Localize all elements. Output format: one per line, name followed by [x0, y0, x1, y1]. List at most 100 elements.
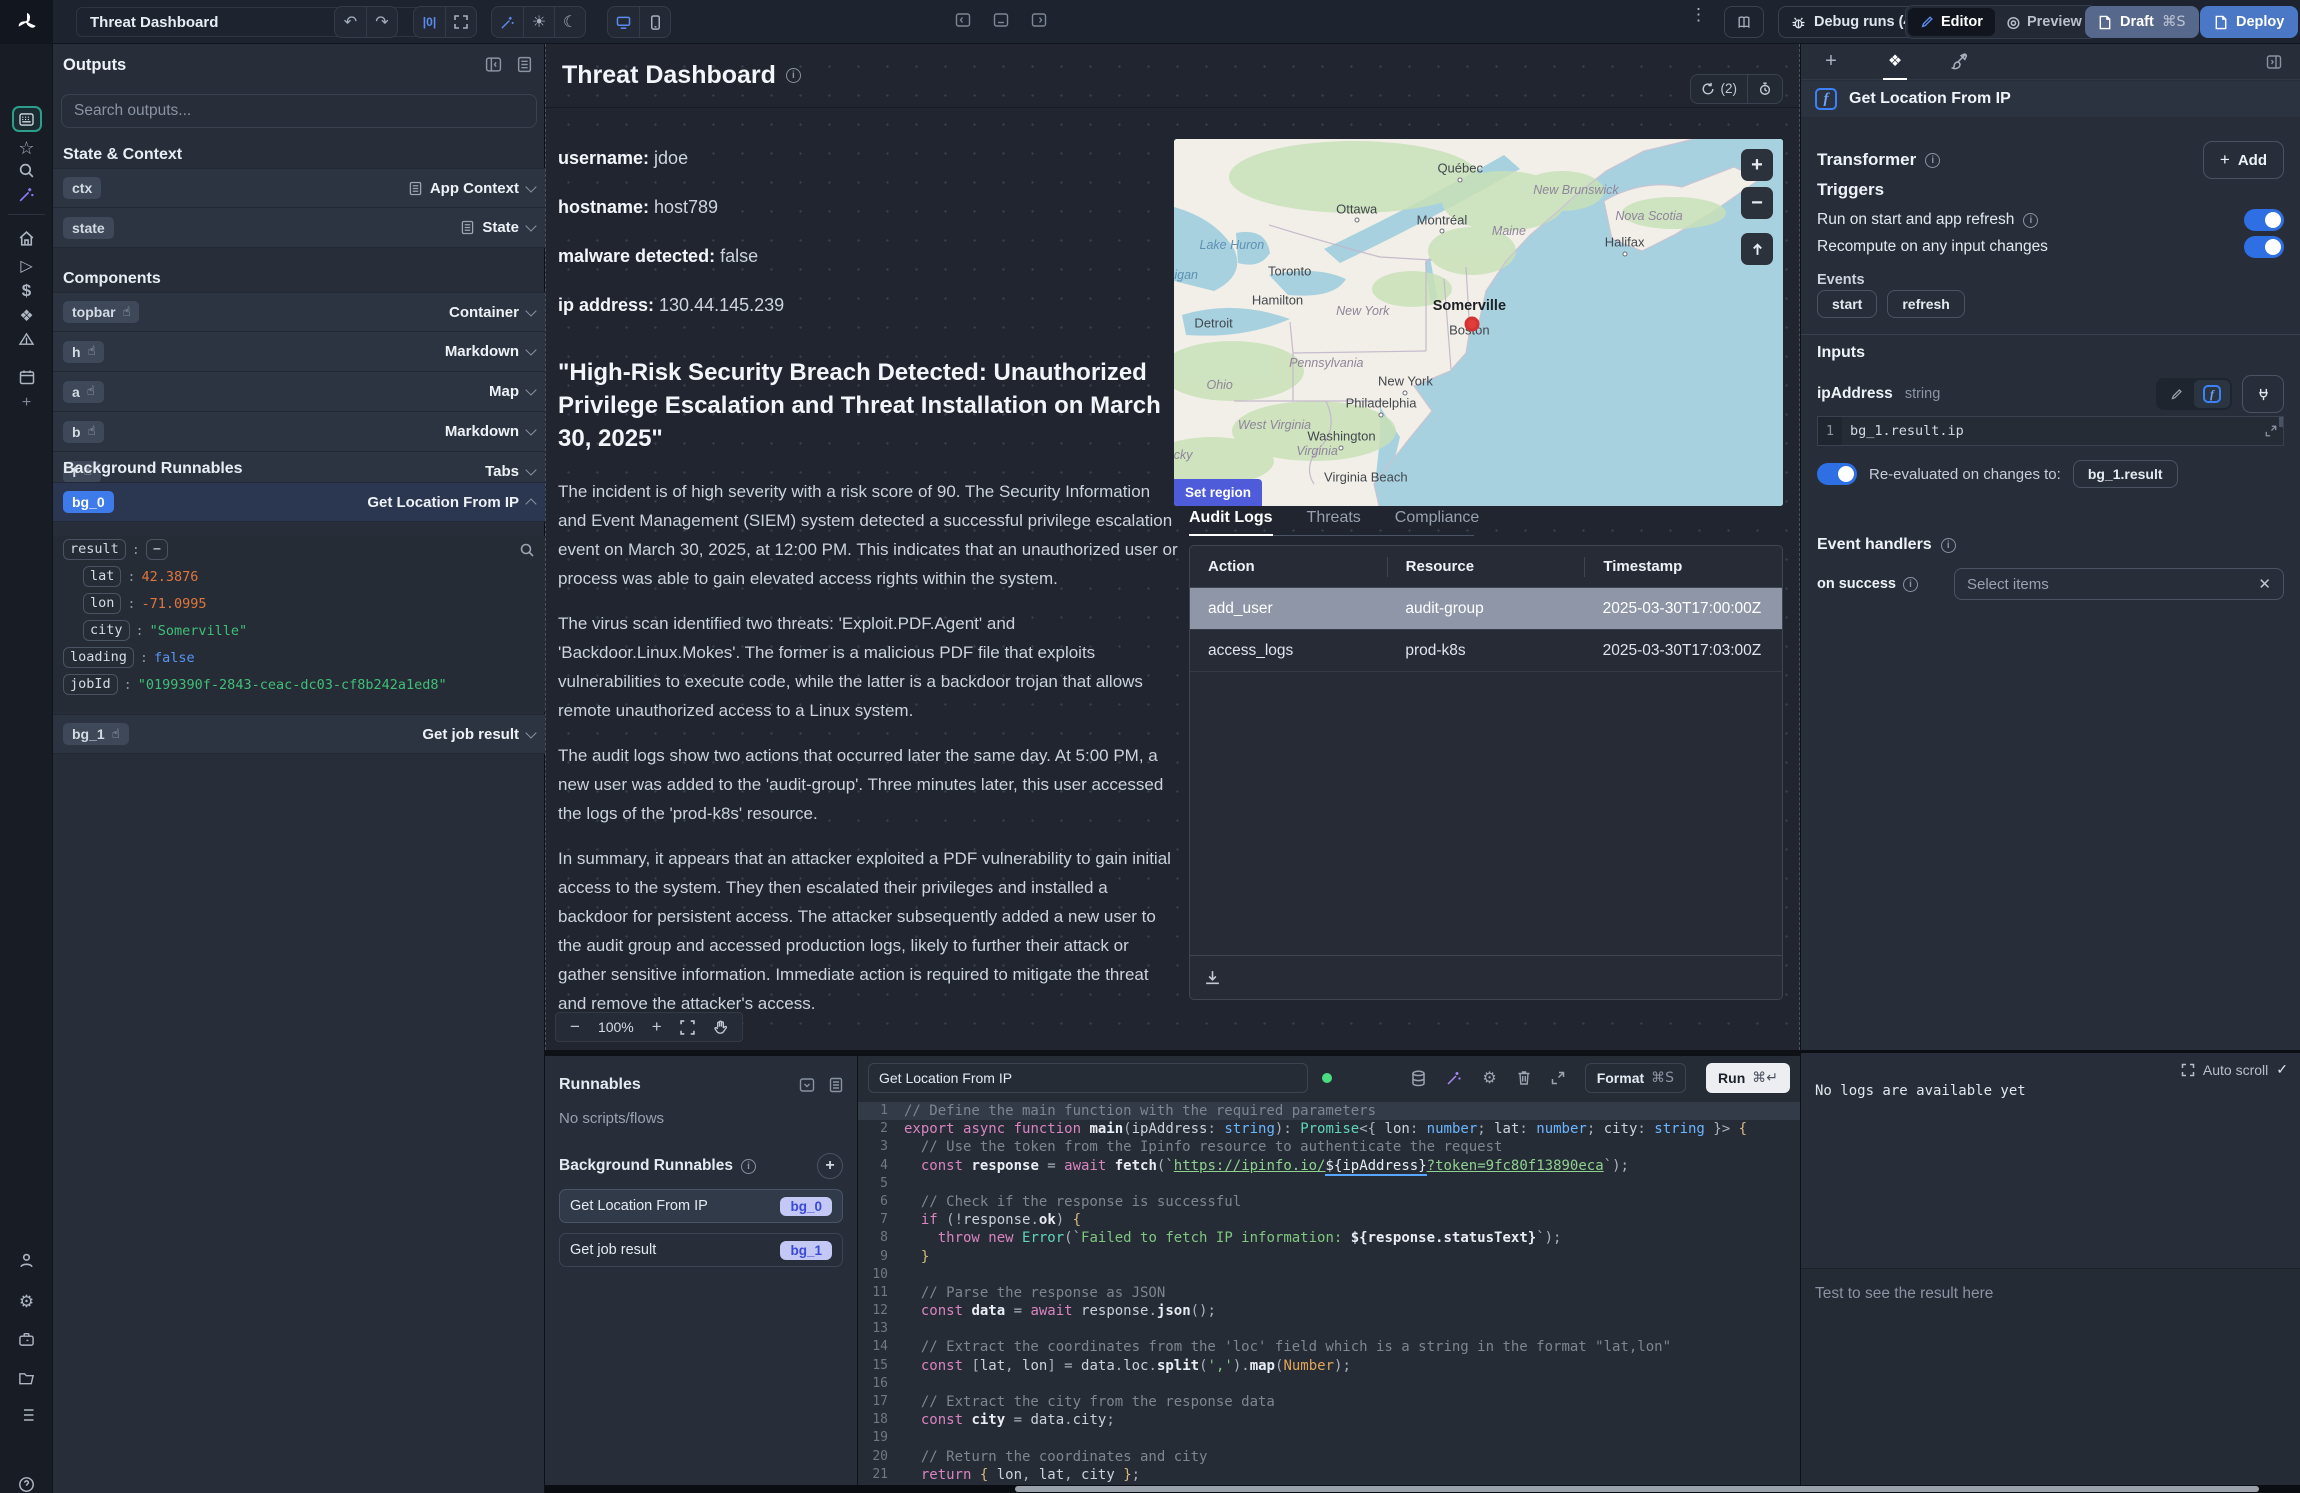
zoom-in-button[interactable]: + [652, 1017, 662, 1037]
table-row[interactable]: add_useraudit-group2025-03-30T17:00:00Z [1190, 588, 1782, 630]
tree-row-city[interactable]: city:"Somerville" [53, 617, 545, 644]
recompute-toggle[interactable] [2244, 236, 2284, 258]
rail-resources-icon[interactable]: ❖ [0, 306, 53, 326]
tree-row-loading[interactable]: loading:false [53, 644, 545, 671]
code-line[interactable]: 17 // Extract the city from the response… [858, 1393, 1800, 1411]
collapse-inspector-icon[interactable] [2266, 54, 2282, 70]
column-header[interactable]: Action [1190, 557, 1387, 577]
state-row-state[interactable]: stateState [53, 208, 545, 248]
rail-home-icon[interactable] [0, 230, 53, 247]
map-locate-button[interactable] [1741, 233, 1773, 265]
map-zoom-in-button[interactable]: + [1741, 149, 1773, 181]
run-button[interactable]: Run⌘↵ [1706, 1063, 1790, 1093]
code-line[interactable]: 4 const response = await fetch(`https://… [858, 1157, 1800, 1175]
windmill-logo[interactable] [0, 0, 53, 44]
rail-folders-icon[interactable] [0, 1371, 53, 1386]
bg0-row[interactable]: bg_0 Get Location From IP [53, 482, 545, 522]
code-line[interactable]: 10 [858, 1266, 1800, 1284]
app-canvas[interactable]: Threat Dashboardi (2) username: jdoehost… [545, 44, 1800, 1050]
tree-row-jobId[interactable]: jobId:"0199390f-2843-ceac-dc03-cf8b242a1… [53, 671, 545, 698]
code-line[interactable]: 16 [858, 1375, 1800, 1393]
reeval-toggle[interactable] [1817, 463, 1857, 485]
editor-settings-icon[interactable]: ⚙ [1482, 1068, 1496, 1088]
expand-logs-icon[interactable] [2181, 1063, 2195, 1077]
styling-tab[interactable] [1947, 44, 1971, 80]
code-line[interactable]: 11 // Parse the response as JSON [858, 1284, 1800, 1302]
tab-compliance[interactable]: Compliance [1395, 509, 1479, 527]
tree-row-lon[interactable]: lon:-71.0995 [53, 590, 545, 617]
rail-ai-icon[interactable] [0, 186, 53, 203]
light-mode-icon[interactable]: ☀ [523, 7, 554, 37]
code-area[interactable]: 1// Define the main function with the re… [858, 1102, 1800, 1485]
ipaddress-expression[interactable]: 1 bg_1.result.ip [1817, 416, 2284, 446]
ai-wand-icon[interactable] [492, 7, 523, 37]
cache-db-icon[interactable] [1411, 1070, 1426, 1087]
tab-threats[interactable]: Threats [1307, 509, 1361, 527]
tree-search-icon[interactable] [519, 542, 535, 558]
add-transformer-button[interactable]: +Add [2203, 141, 2284, 179]
dark-mode-icon[interactable]: ☾ [554, 7, 585, 37]
expand-expression-icon[interactable] [2265, 425, 2277, 437]
rail-runs-icon[interactable]: ▷ [0, 256, 53, 276]
code-line[interactable]: 21 return { lon, lat, city }; [858, 1466, 1800, 1484]
code-line[interactable]: 7 if (!response.ok) { [858, 1211, 1800, 1229]
expr-mode-icon[interactable]: f [2194, 380, 2230, 408]
scrollbar-thumb[interactable] [1015, 1486, 2259, 1492]
component-row-h[interactable]: h☝Markdown [53, 332, 545, 372]
component-settings-tab[interactable]: ❖ [1883, 44, 1907, 80]
reeval-target-badge[interactable]: bg_1.result [2073, 460, 2178, 488]
refresh-components-button[interactable]: (2) [1691, 75, 1748, 103]
collapse-node-button[interactable]: − [146, 539, 168, 560]
code-line[interactable]: 1// Define the main function with the re… [858, 1102, 1800, 1120]
on-success-select[interactable]: Select items ✕ [1954, 568, 2284, 600]
rail-app-editor-active[interactable] [0, 106, 53, 132]
tab-editor[interactable]: Editor [1908, 8, 1995, 36]
fit-view-icon[interactable] [680, 1020, 695, 1035]
runnable-item[interactable]: Get job resultbg_1 [559, 1233, 843, 1267]
code-line[interactable]: 6 // Check if the response is successful [858, 1193, 1800, 1211]
run-on-start-toggle[interactable] [2244, 209, 2284, 231]
insert-component-tab[interactable]: + [1819, 44, 1843, 80]
column-header[interactable]: Timestamp [1584, 557, 1782, 577]
code-line[interactable]: 2export async function main(ipAddress: s… [858, 1120, 1800, 1138]
rail-help-icon[interactable] [0, 1476, 53, 1493]
rail-settings-icon[interactable]: ⚙ [0, 1292, 53, 1312]
refresh-history-button[interactable] [1747, 75, 1782, 103]
deploy-button[interactable]: Deploy [2200, 6, 2298, 38]
download-icon[interactable] [1204, 969, 1221, 986]
map-zoom-out-button[interactable]: − [1741, 187, 1773, 219]
draft-button[interactable]: Draft⌘S [2085, 6, 2199, 38]
runnable-item[interactable]: Get Location From IPbg_0 [559, 1189, 843, 1223]
map-component[interactable]: + − Set region QuébecOttawaMontréalNew B… [1174, 139, 1783, 506]
rail-workers-icon[interactable] [0, 1332, 53, 1347]
runnables-doc-icon[interactable] [829, 1077, 843, 1093]
static-mode-pencil-icon[interactable] [2158, 380, 2194, 408]
desktop-view-icon[interactable] [608, 7, 639, 37]
tab-preview[interactable]: ◎ Preview [1995, 8, 2094, 36]
event-badge-refresh[interactable]: refresh [1887, 290, 1964, 318]
code-line[interactable]: 20 // Return the coordinates and city [858, 1448, 1800, 1466]
format-button[interactable]: Format⌘S [1585, 1063, 1686, 1093]
rail-favorites-icon[interactable]: ☆ [0, 138, 53, 159]
code-line[interactable]: 19 [858, 1429, 1800, 1447]
connect-plug-icon[interactable] [2242, 375, 2284, 413]
toggle-left-panel-icon[interactable] [955, 12, 971, 28]
code-line[interactable]: 12 const data = await response.json(); [858, 1302, 1800, 1320]
rail-add-icon[interactable]: + [0, 394, 53, 412]
state-row-ctx[interactable]: ctxApp Context [53, 168, 545, 208]
delete-icon[interactable] [1517, 1070, 1531, 1086]
bg1-row[interactable]: bg_1☝ Get job result [53, 714, 545, 754]
component-row-b[interactable]: b☝Markdown [53, 412, 545, 452]
tree-row-result[interactable]: result:− [53, 536, 545, 563]
code-line[interactable]: 3 // Use the token from the Ipinfo resou… [858, 1138, 1800, 1156]
center-align-icon[interactable]: |0| [414, 7, 445, 37]
zoom-out-button[interactable]: − [570, 1017, 580, 1037]
rail-audit-list-icon[interactable] [0, 1408, 53, 1422]
runnable-name-input[interactable]: Get Location From IP [868, 1063, 1308, 1093]
code-line[interactable]: 14 // Extract the coordinates from the '… [858, 1338, 1800, 1356]
pan-hand-icon[interactable] [713, 1020, 728, 1035]
rail-search-icon[interactable] [0, 162, 53, 179]
column-header[interactable]: Resource [1387, 557, 1585, 577]
ai-assistant-icon[interactable] [1446, 1070, 1462, 1086]
mobile-view-icon[interactable] [639, 7, 670, 37]
